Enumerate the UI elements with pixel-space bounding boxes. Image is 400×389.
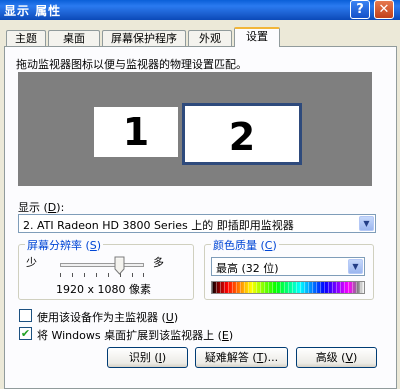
color-title-prefix: 颜色质量 ( [213,239,265,252]
color-quality-value: 最高 (32 位) [216,262,279,275]
resolution-slider-thumb[interactable] [114,256,125,275]
advanced-label-suffix: ) [353,351,358,364]
tab-label: 外观 [199,32,221,45]
primary-label-key: U [165,311,174,324]
tab-label: 屏幕保护程序 [111,32,177,45]
tab-themes[interactable]: 主题 [6,30,46,46]
monitor-number: 1 [122,110,150,154]
title-bar: 显示 属性 ? ✕ [0,0,400,20]
checkmark-icon: ✔ [20,327,31,340]
display-select[interactable]: 2. ATI Radeon HD 3800 Series 上的 即插即用监视器 … [18,214,376,233]
color-spectrum-bar [211,281,365,294]
resolution-less-label: 少 [26,256,37,269]
instruction-text: 拖动监视器图标以便与监视器的物理设置匹配。 [16,58,247,71]
primary-monitor-label[interactable]: 使用该设备作为主监视器 (U) [37,309,178,325]
advanced-button[interactable]: 高级 (V) [296,347,377,368]
slider-tick [108,273,109,277]
resolution-slider-track[interactable] [60,263,144,267]
tab-desktop[interactable]: 桌面 [48,30,100,46]
extend-desktop-checkbox[interactable]: ✔ [19,327,32,340]
identify-label-suffix: ) [161,351,167,364]
slider-tick [60,273,61,277]
tab-settings[interactable]: 设置 [234,27,280,47]
close-button[interactable]: ✕ [374,0,394,19]
chevron-down-icon[interactable]: ▼ [348,259,363,274]
tab-label: 桌面 [63,32,85,45]
resolution-group-title: 屏幕分辨率 (S) [25,237,104,253]
tab-label: 主题 [15,32,37,45]
identify-button[interactable]: 识别 (I) [107,347,188,368]
display-select-value: 2. ATI Radeon HD 3800 Series 上的 即插即用监视器 [23,219,294,232]
tab-appearance[interactable]: 外观 [188,30,232,46]
help-button[interactable]: ? [350,0,370,19]
resolution-value: 1920 x 1080 像素 [56,283,151,296]
slider-tick [96,273,97,277]
extend-label-key: E [221,329,229,342]
close-icon: ✕ [378,2,390,17]
display-label-key: D [47,201,57,214]
monitor-2-icon[interactable]: 2 [182,103,302,165]
resolution-title-suffix: ) [96,239,102,252]
primary-label-prefix: 使用该设备作为主监视器 ( [37,311,166,324]
resolution-title-key: S [89,239,97,252]
extend-label-suffix: ) [228,329,234,342]
chevron-down-icon[interactable]: ▼ [359,216,374,231]
color-title-suffix: ) [272,239,277,252]
identify-label-prefix: 识别 ( [128,351,159,364]
troubleshoot-label-prefix: 疑难解答 ( [204,351,257,364]
help-icon: ? [356,2,364,17]
advanced-label-prefix: 高级 ( [315,351,346,364]
primary-monitor-checkbox[interactable] [19,309,32,322]
slider-tick [72,273,73,277]
monitor-number: 2 [228,115,256,159]
display-label-suffix: ): [56,201,65,214]
monitor-1-icon[interactable]: 1 [94,107,178,157]
troubleshoot-label-suffix: )... [263,351,279,364]
primary-label-suffix: ) [173,311,179,324]
extend-desktop-label[interactable]: 将 Windows 桌面扩展到该监视器上 (E) [37,327,233,343]
troubleshoot-button[interactable]: 疑难解答 (T)... [195,347,288,368]
extend-label-prefix: 将 Windows 桌面扩展到该监视器上 ( [37,329,222,342]
monitor-arrangement-area: 1 2 [18,72,372,186]
slider-tick [84,273,85,277]
display-label: 显示 (D): [18,199,64,215]
tab-screensaver[interactable]: 屏幕保护程序 [102,30,186,46]
window-title: 显示 属性 [4,4,62,18]
slider-tick [132,273,133,277]
resolution-more-label: 多 [153,256,164,269]
color-quality-group-title: 颜色质量 (C) [211,237,279,253]
display-label-prefix: 显示 ( [18,201,48,214]
color-quality-select[interactable]: 最高 (32 位) ▼ [211,257,365,276]
slider-tick [143,273,144,277]
advanced-label-key: V [345,351,354,364]
resolution-title-prefix: 屏幕分辨率 ( [27,239,90,252]
resolution-slider-ticks [60,273,144,277]
tab-label: 设置 [246,30,268,43]
